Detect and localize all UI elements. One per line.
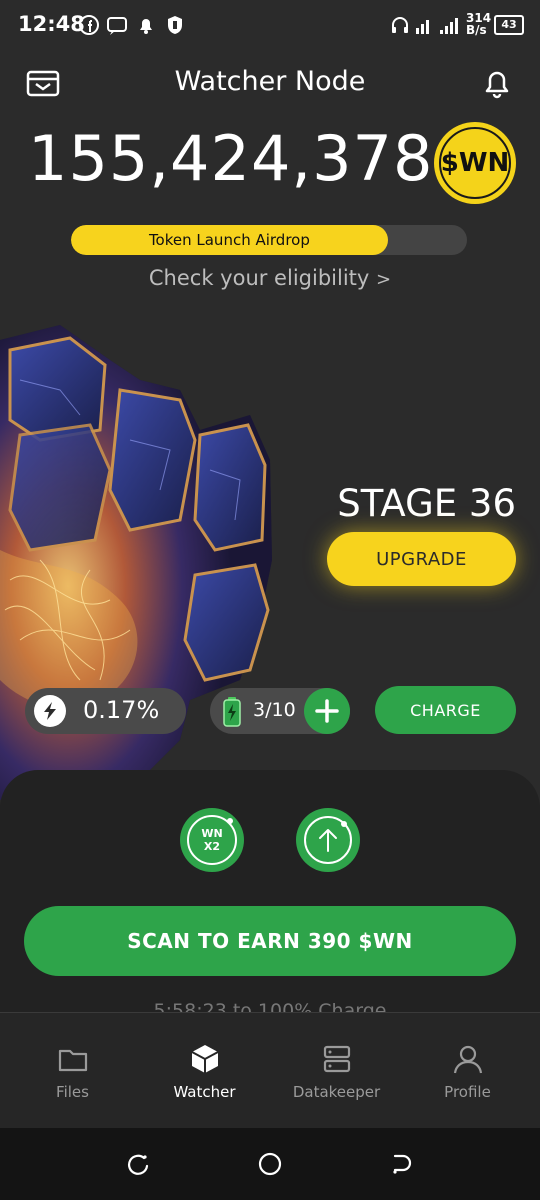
shield-icon (168, 16, 182, 34)
nav-item-watcher[interactable]: Watcher (137, 1043, 272, 1101)
energy-count: 3/10 (253, 699, 296, 721)
nav-label-datakeeper: Datakeeper (292, 1083, 381, 1101)
network-speed-unit: B/s (466, 23, 487, 37)
plus-icon (315, 699, 339, 723)
energy-pill: 3/10 (210, 688, 350, 734)
eligibility-text: Check your eligibility (148, 266, 370, 290)
cube-icon (191, 1045, 218, 1073)
bottom-nav: Files Watcher Datakeeper Profile (0, 1012, 540, 1129)
bell-icon[interactable] (480, 66, 514, 100)
system-nav-bar (0, 1128, 540, 1200)
nav-label-files: Files (56, 1083, 89, 1101)
wn-coin-icon: $WN (434, 122, 516, 204)
headphones-icon (392, 17, 408, 33)
mining-rate-value: 0.17% (83, 696, 160, 724)
nav-item-files[interactable]: Files (5, 1043, 140, 1101)
multiplier-boost-button[interactable]: WN X2 (180, 808, 244, 872)
upgrade-button[interactable]: UPGRADE (327, 532, 516, 586)
page-title: Watcher Node (174, 66, 366, 97)
facebook-icon (79, 15, 99, 35)
nav-item-profile[interactable]: Profile (400, 1043, 535, 1101)
token-balance: 155,424,378 (28, 122, 434, 195)
home-icon[interactable] (257, 1151, 283, 1177)
status-bar: 12:48 314 B/s 43 (0, 0, 540, 52)
lightning-icon (34, 695, 66, 727)
folder-icon (58, 1049, 87, 1072)
arrow-up-circle-icon (304, 816, 352, 864)
notification-bell-icon (140, 19, 152, 34)
nav-item-datakeeper[interactable]: Datakeeper (269, 1043, 404, 1101)
multiplier-line2: X2 (203, 840, 221, 853)
nav-label-profile: Profile (444, 1083, 491, 1101)
eligibility-link[interactable]: Check your eligibility > (0, 266, 540, 290)
user-icon (453, 1045, 482, 1074)
server-icon (323, 1045, 350, 1073)
status-time: 12:48 (18, 12, 85, 36)
signal-icon (416, 18, 458, 34)
chevron-right-icon: > (376, 269, 392, 290)
airdrop-progress-bar[interactable]: Token Launch Airdrop (71, 225, 467, 255)
charge-button[interactable]: CHARGE (375, 686, 516, 734)
mining-rate-pill: 0.17% (25, 688, 186, 734)
stage-label: STAGE 36 (337, 482, 516, 525)
coin-symbol: $WN (440, 148, 510, 178)
bottom-sheet (0, 770, 540, 1030)
airdrop-progress-label: Token Launch Airdrop (148, 231, 310, 249)
badge-dot-icon (227, 818, 233, 824)
scan-to-earn-button[interactable]: SCAN TO EARN 390 $WN (24, 906, 516, 976)
recent-apps-icon[interactable] (126, 1152, 150, 1176)
boost-upgrade-button[interactable] (296, 808, 360, 872)
nav-label-watcher: Watcher (173, 1083, 236, 1101)
add-energy-button[interactable] (304, 688, 350, 734)
back-icon[interactable] (389, 1152, 413, 1176)
multiplier-line1: WN (201, 827, 223, 840)
battery-icon (223, 697, 241, 727)
chat-icon (107, 17, 127, 35)
battery-indicator: 43 (494, 15, 524, 35)
